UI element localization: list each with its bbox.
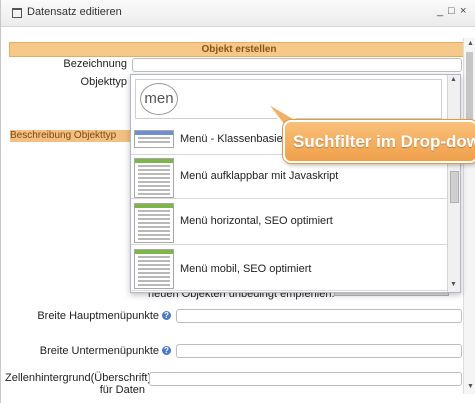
dropdown-search-input[interactable]: men <box>140 83 178 115</box>
beschreibung-objekttyp-label: Beschreibung Objekttyp <box>10 130 130 142</box>
zellenhintergrund-input[interactable] <box>149 372 462 386</box>
maximize-icon[interactable]: □ <box>448 5 455 17</box>
objekttyp-label: Objekttyp <box>80 76 127 88</box>
section-header: Objekt erstellen <box>9 42 469 57</box>
help-icon[interactable]: ? <box>162 346 171 355</box>
window-title: Datensatz editieren <box>27 6 122 18</box>
scroll-down-icon[interactable]: ▼ <box>467 383 474 390</box>
annotation-callout: Suchfilter im Drop-down <box>283 120 475 163</box>
breite-haupt-label: Breite Hauptmenüpunkte <box>37 310 159 322</box>
dropdown-scroll-down-icon[interactable]: ▼ <box>450 281 457 288</box>
breite-haupt-input[interactable] <box>176 309 462 323</box>
minimize-icon[interactable]: _ <box>437 5 443 17</box>
option-label: Menü horizontal, SEO optimiert <box>180 215 333 227</box>
dropdown-scroll-thumb[interactable] <box>450 171 459 203</box>
page-scrollbar[interactable]: ▲ ▼ <box>463 38 475 394</box>
option-thumbnail <box>134 203 174 243</box>
window-icon <box>12 8 22 18</box>
bezeichnung-input[interactable] <box>132 58 462 72</box>
scroll-up-icon[interactable]: ▲ <box>467 40 474 47</box>
dropdown-option[interactable]: Menü horizontal, SEO optimiert <box>131 199 447 245</box>
zellenhintergrund-label-1: Zellenhintergrund(Überschrift) <box>5 372 152 384</box>
bezeichnung-label: Bezeichnung <box>63 58 127 70</box>
dialog-window: Datensatz editieren _ □ × Objekt erstell… <box>0 0 475 403</box>
dropdown-scrollbar[interactable]: ▲ ▼ <box>447 75 460 292</box>
option-thumbnail <box>134 130 174 148</box>
dropdown-scroll-up-icon[interactable]: ▲ <box>450 76 457 83</box>
option-thumbnail <box>134 249 174 289</box>
option-thumbnail <box>134 158 174 198</box>
help-icon[interactable]: ? <box>162 311 171 320</box>
option-label: Menü aufklappbar mit Javaskript <box>180 170 339 182</box>
zellenhintergrund-label-2: für Daten <box>99 384 145 396</box>
dropdown-option[interactable]: Menü mobil, SEO optimiert <box>131 245 447 291</box>
title-bar[interactable]: Datensatz editieren _ □ × <box>1 0 475 27</box>
breite-unter-input[interactable] <box>176 344 462 358</box>
close-icon[interactable]: × <box>460 5 466 17</box>
option-label: Menü - Klassenbasiert <box>180 133 290 145</box>
option-label: Menü mobil, SEO optimiert <box>180 263 312 275</box>
breite-unter-label: Breite Untermenüpunkte <box>39 345 159 357</box>
